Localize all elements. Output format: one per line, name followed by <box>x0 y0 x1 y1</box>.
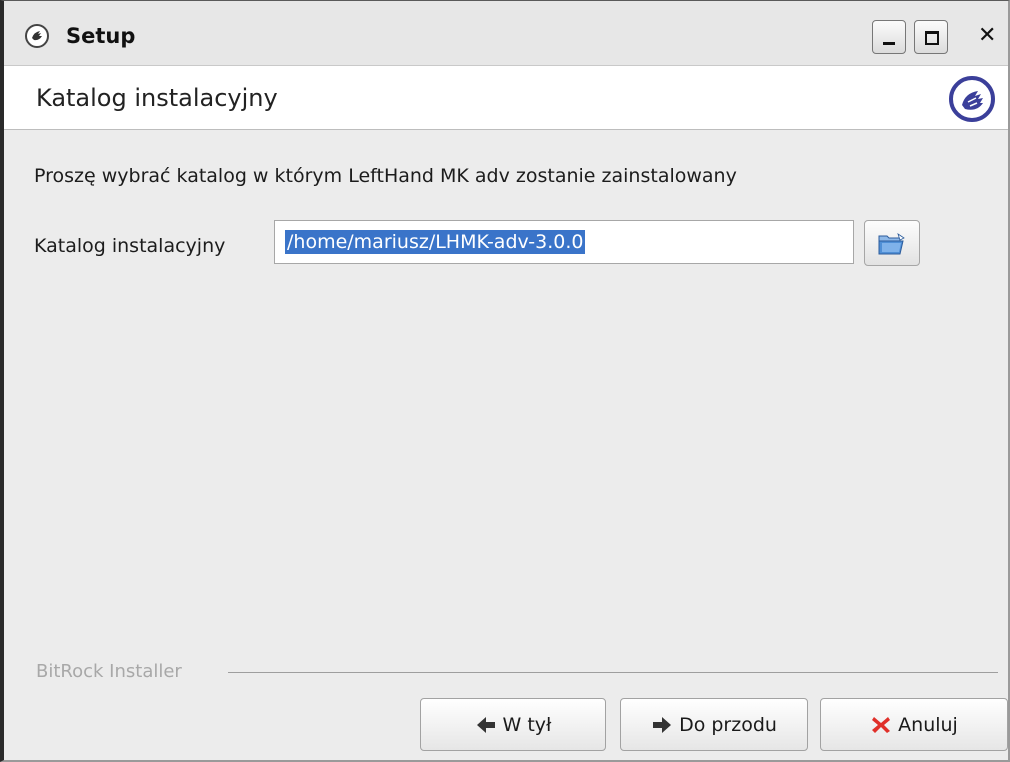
instruction-text: Proszę wybrać katalog w którym LeftHand … <box>34 165 737 187</box>
next-button[interactable]: Do przodu <box>620 698 808 751</box>
cancel-button-label: Anuluj <box>898 713 958 736</box>
close-icon: ✕ <box>978 23 997 48</box>
browse-button[interactable] <box>864 220 920 266</box>
maximize-button[interactable] <box>914 20 948 54</box>
window-title: Setup <box>66 24 136 48</box>
bitrock-hand-logo-icon <box>949 76 995 122</box>
page-header: Katalog instalacyjny <box>4 66 1008 130</box>
cancel-button[interactable]: Anuluj <box>820 698 1008 751</box>
install-dir-input[interactable]: /home/mariusz/LHMK-adv-3.0.0 <box>274 220 854 264</box>
back-button[interactable]: W tył <box>420 698 606 751</box>
setup-hand-icon <box>25 24 49 48</box>
installer-brand-label: BitRock Installer <box>36 661 188 682</box>
footer-divider <box>228 672 998 673</box>
back-button-label: W tył <box>502 713 552 736</box>
minimize-button[interactable] <box>872 20 906 54</box>
arrow-left-icon <box>476 716 495 733</box>
title-bar[interactable]: Setup ✕ <box>4 1 1008 66</box>
arrow-right-icon <box>653 716 672 733</box>
folder-open-icon <box>878 233 905 255</box>
installer-window: Setup ✕ Katalog instalacyjny Proszę wybr… <box>0 0 1010 762</box>
page-title: Katalog instalacyjny <box>36 84 278 112</box>
close-button[interactable]: ✕ <box>970 20 1004 54</box>
red-x-icon <box>872 716 891 733</box>
next-button-label: Do przodu <box>679 713 777 736</box>
install-dir-label: Katalog instalacyjny <box>34 235 226 257</box>
install-dir-value: /home/mariusz/LHMK-adv-3.0.0 <box>285 230 586 254</box>
